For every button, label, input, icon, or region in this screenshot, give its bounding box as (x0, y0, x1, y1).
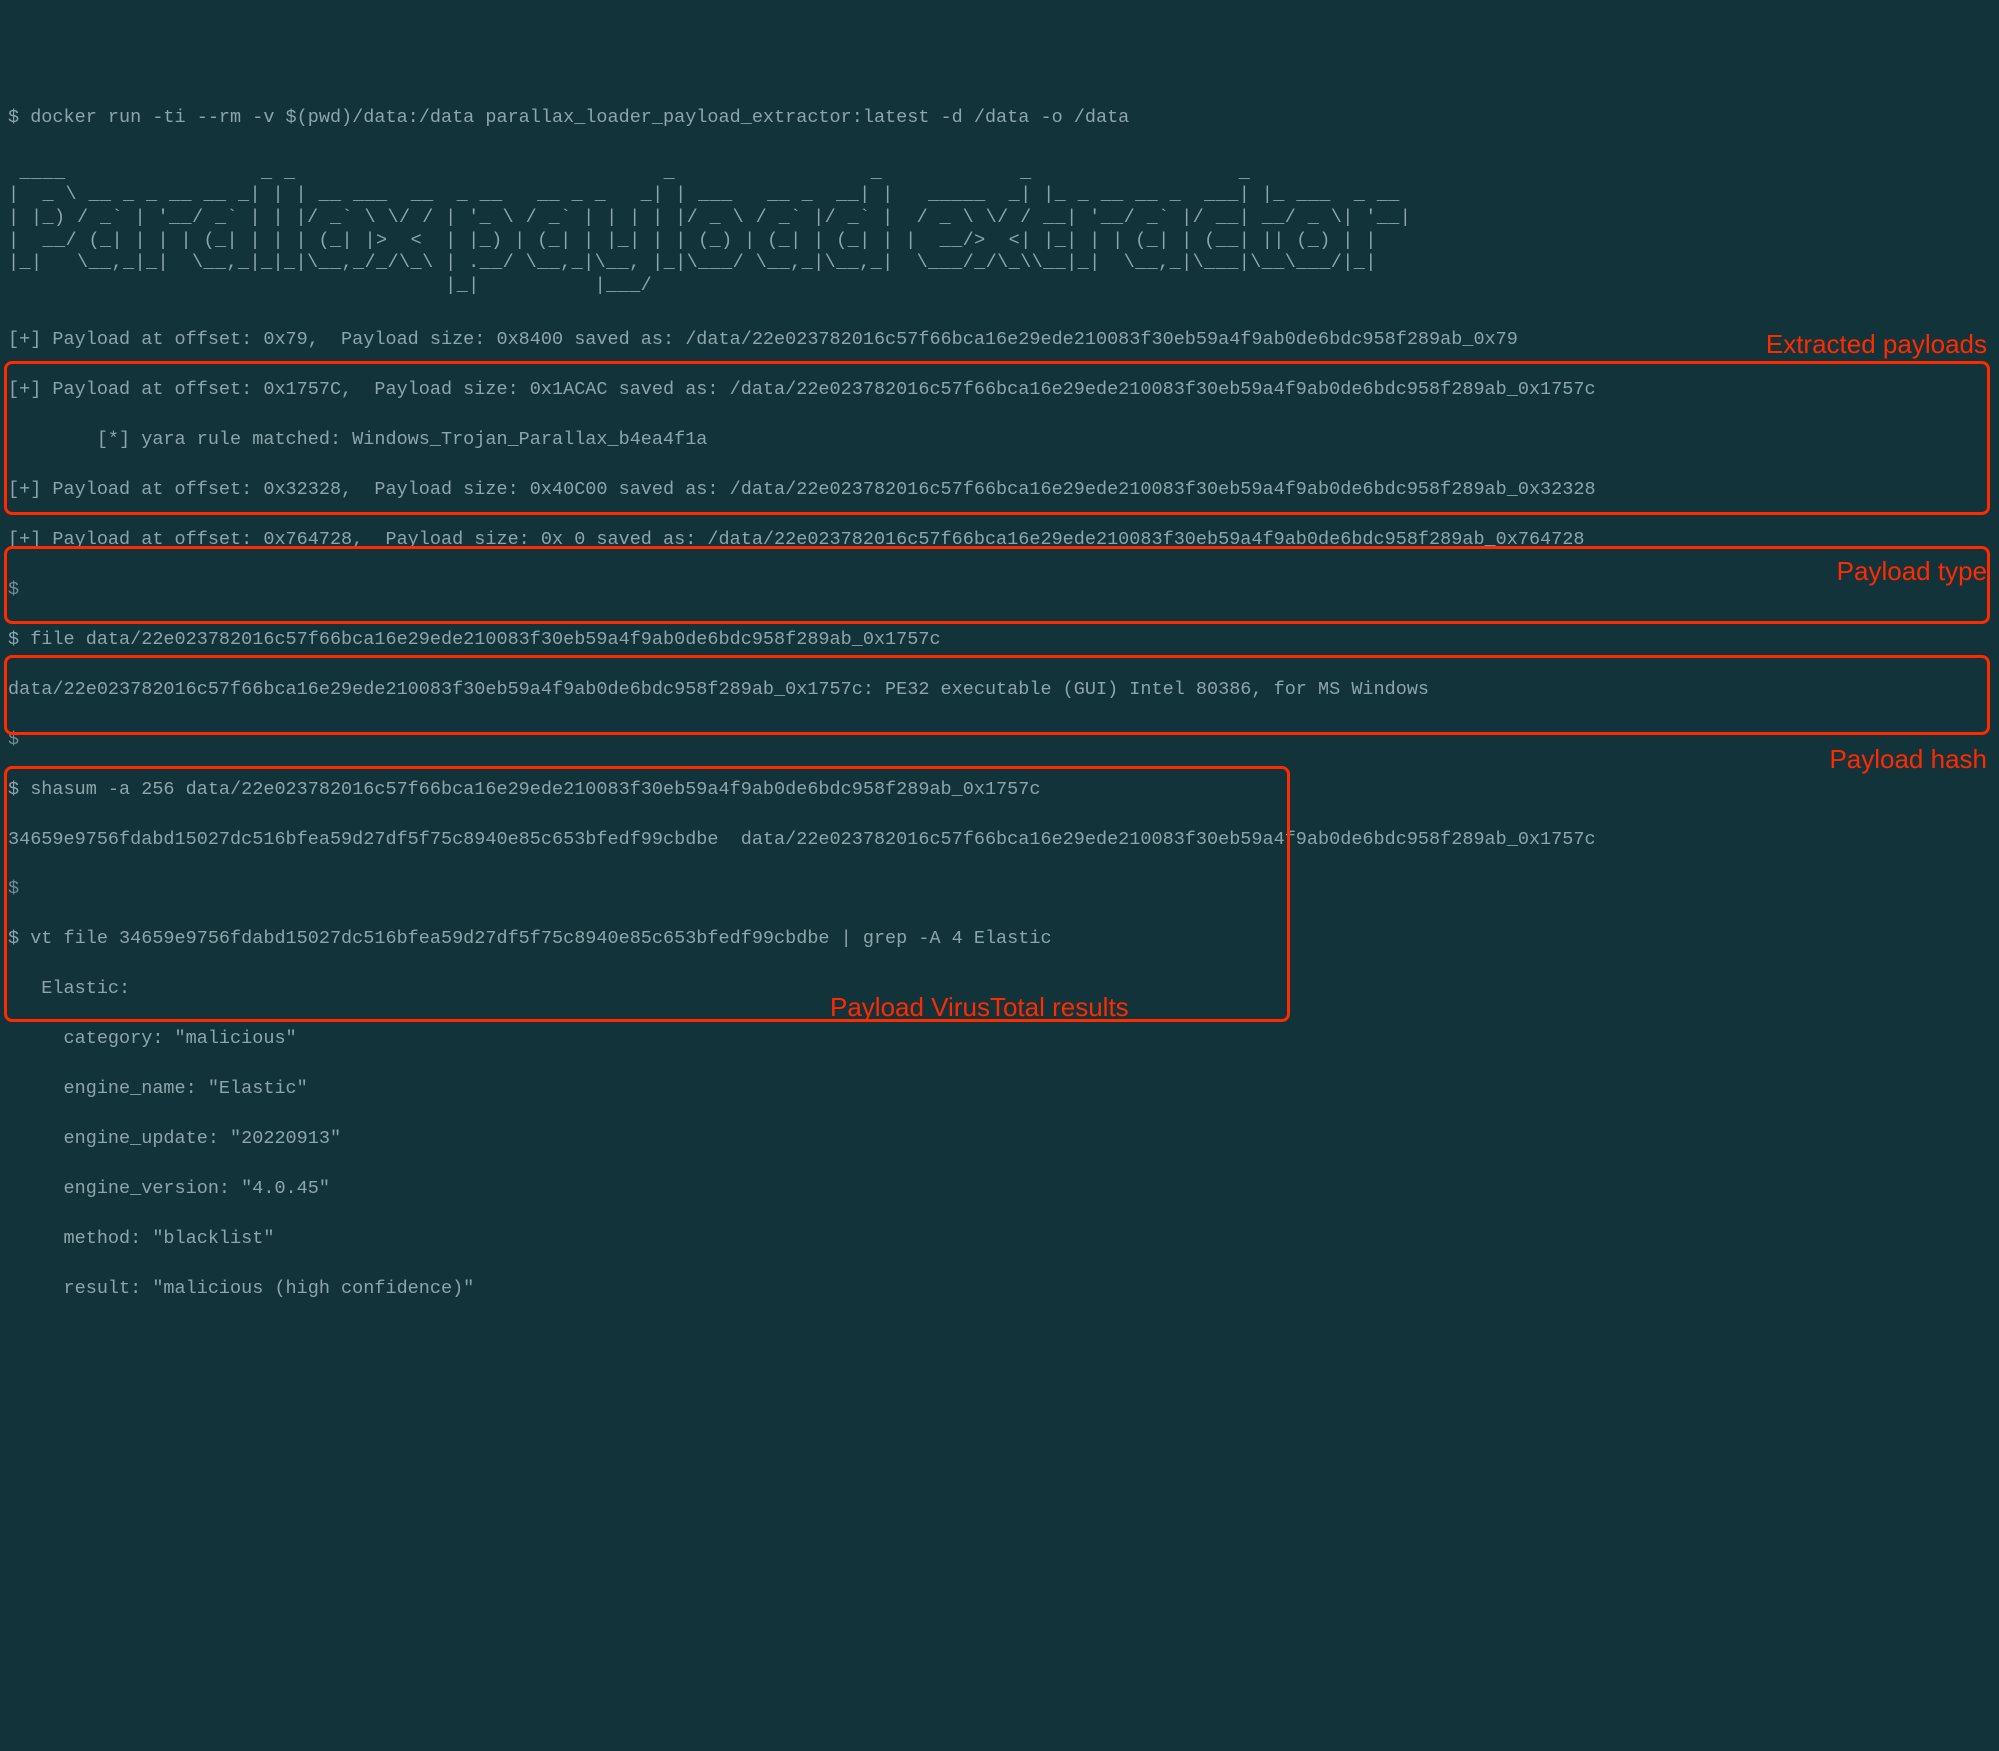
prompt-bare-2: $ (8, 728, 1991, 753)
out-file: data/22e023782016c57f66bca16e29ede210083… (8, 678, 1991, 703)
ascii-banner: ____ _ _ _ _ _ _ | _ \ __ _ _ __ __ _| |… (8, 162, 1991, 297)
extracted-line-0: [+] Payload at offset: 0x79, Payload siz… (8, 328, 1991, 353)
vt-method: method: "blacklist" (8, 1227, 1991, 1252)
cmd-shasum: $ shasum -a 256 data/22e023782016c57f66b… (8, 778, 1991, 803)
vt-engine-name: engine_name: "Elastic" (8, 1077, 1991, 1102)
cmd-file: $ file data/22e023782016c57f66bca16e29ed… (8, 628, 1991, 653)
vt-engine-version: engine_version: "4.0.45" (8, 1177, 1991, 1202)
prompt-bare-3: $ (8, 877, 1991, 902)
vt-header: Elastic: (8, 977, 1991, 1002)
vt-category: category: "malicious" (8, 1027, 1991, 1052)
prompt-bare-1: $ (8, 578, 1991, 603)
out-shasum: 34659e9756fdabd15027dc516bfea59d27df5f75… (8, 828, 1991, 853)
extracted-line-1: [+] Payload at offset: 0x1757C, Payload … (8, 378, 1991, 403)
cmd-vt: $ vt file 34659e9756fdabd15027dc516bfea5… (8, 927, 1991, 952)
extracted-line-4: [+] Payload at offset: 0x764728, Payload… (8, 528, 1991, 553)
extracted-line-3: [+] Payload at offset: 0x32328, Payload … (8, 478, 1991, 503)
cmd-docker: $ docker run -ti --rm -v $(pwd)/data:/da… (8, 106, 1991, 131)
vt-result: result: "malicious (high confidence)" (8, 1277, 1991, 1302)
vt-engine-update: engine_update: "20220913" (8, 1127, 1991, 1152)
extracted-line-2: [*] yara rule matched: Windows_Trojan_Pa… (8, 428, 1991, 453)
